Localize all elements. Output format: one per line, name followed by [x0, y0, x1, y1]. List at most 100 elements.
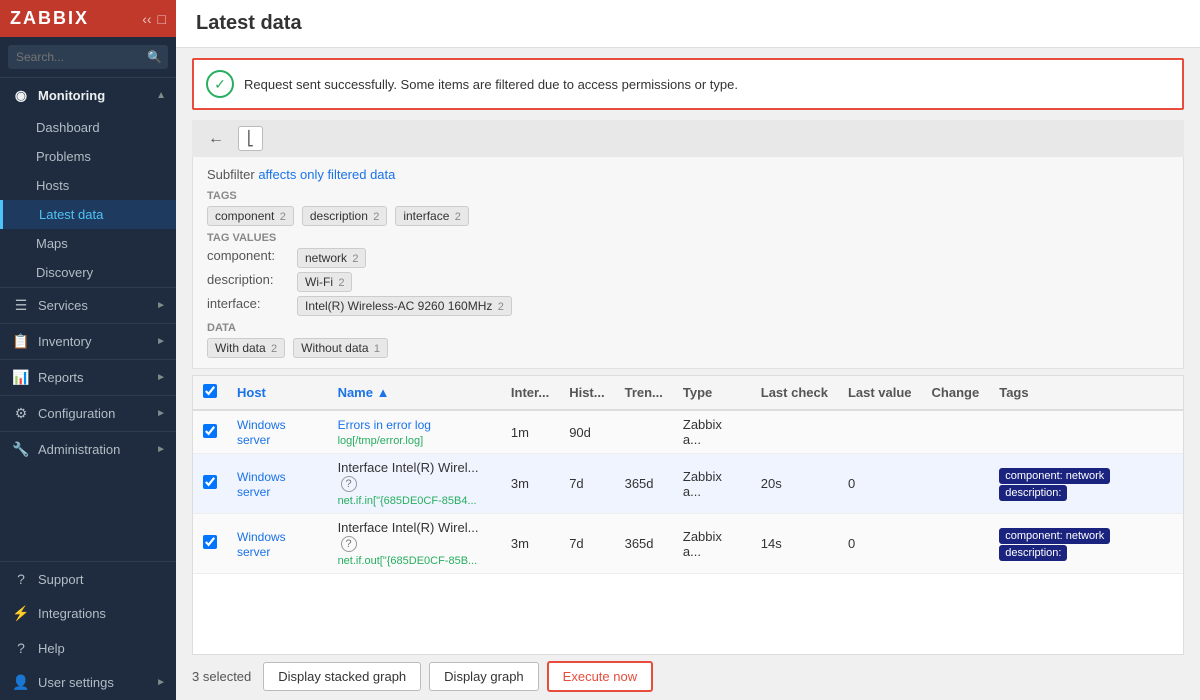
with-data-badge[interactable]: With data 2 [207, 338, 285, 358]
sidebar-item-support[interactable]: ? Support [0, 562, 176, 596]
row2-change [922, 454, 990, 514]
row1-checkbox[interactable] [203, 424, 217, 438]
search-input[interactable] [8, 45, 168, 69]
row2-help-icon[interactable]: ? [341, 476, 357, 492]
help-icon: ? [12, 640, 30, 656]
sidebar-item-user-settings[interactable]: 👤 User settings ► [0, 665, 176, 700]
col-history: Hist... [559, 376, 614, 410]
sidebar-item-inventory[interactable]: 📋 Inventory ► [0, 324, 176, 359]
row3-name-sub-link[interactable]: net.if.out["{685DE0CF-85B... [338, 555, 478, 567]
page-title: Latest data [196, 12, 302, 34]
expand-icon[interactable]: □ [158, 11, 166, 27]
administration-icon: 🔧 [12, 441, 30, 458]
monitoring-icon: ◉ [12, 87, 30, 104]
row2-trend: 365d [615, 454, 673, 514]
row1-name-sub-link[interactable]: log[/tmp/error.log] [338, 435, 424, 447]
row2-check[interactable] [193, 454, 227, 514]
monitoring-arrow: ▲ [156, 90, 166, 101]
row3-host-link[interactable]: Windows server [237, 530, 286, 559]
sidebar-item-integrations[interactable]: ⚡ Integrations [0, 596, 176, 631]
sidebar-item-help[interactable]: ? Help [0, 631, 176, 665]
row1-check[interactable] [193, 410, 227, 454]
row1-host-link[interactable]: Windows server [237, 418, 286, 447]
execute-now-button[interactable]: Execute now [547, 661, 653, 692]
sidebar-search-area: 🔍 [0, 37, 176, 77]
tag-network[interactable]: network 2 [297, 248, 366, 268]
sidebar-header: ZABBIX ‹‹ □ [0, 0, 176, 37]
row2-checkbox[interactable] [203, 475, 217, 489]
inventory-section: 📋 Inventory ► [0, 323, 176, 359]
row3-check[interactable] [193, 514, 227, 574]
col-host[interactable]: Host [227, 376, 328, 410]
col-name[interactable]: Name ▲ [328, 376, 501, 410]
tag-intel-wireless[interactable]: Intel(R) Wireless-AC 9260 160MHz 2 [297, 296, 512, 316]
row3-last-check: 14s [751, 514, 838, 574]
sidebar-item-administration[interactable]: 🔧 Administration ► [0, 432, 176, 467]
host-sort-link[interactable]: Host [237, 385, 266, 400]
tags-section-label: TAGS [207, 190, 1169, 202]
filter-button[interactable]: ⎣ [238, 126, 263, 151]
row2-tags: component: network description: [989, 454, 1183, 514]
collapse-icon[interactable]: ‹‹ [142, 11, 151, 27]
main-content: Latest data ✓ Request sent successfully.… [176, 0, 1200, 700]
subfilter-area: Subfilter affects only filtered data TAG… [192, 157, 1184, 369]
row2-name-sub-link[interactable]: net.if.in["{685DE0CF-85B4... [338, 495, 477, 507]
select-all-checkbox[interactable] [203, 384, 217, 398]
row1-name-link[interactable]: Errors in error log [338, 418, 431, 432]
sidebar-item-reports[interactable]: 📊 Reports ► [0, 360, 176, 395]
sidebar-item-dashboard[interactable]: Dashboard [0, 113, 176, 142]
back-button[interactable]: ← [202, 128, 230, 150]
subfilter-text: Subfilter [207, 167, 258, 182]
subfilter-label: Subfilter affects only filtered data [207, 167, 1169, 182]
inventory-icon: 📋 [12, 333, 30, 350]
display-stacked-graph-button[interactable]: Display stacked graph [263, 662, 421, 691]
col-last-check: Last check [751, 376, 838, 410]
row2-interval: 3m [501, 454, 559, 514]
tag-wifi[interactable]: Wi-Fi 2 [297, 272, 352, 292]
sidebar-item-services[interactable]: ☰ Services ► [0, 288, 176, 323]
search-icon: 🔍 [147, 50, 162, 64]
reports-section: 📊 Reports ► [0, 359, 176, 395]
sidebar-item-monitoring[interactable]: ◉ Monitoring ▲ [0, 78, 176, 113]
configuration-arrow: ► [156, 408, 166, 419]
sidebar-item-problems[interactable]: Problems [0, 142, 176, 171]
data-table: Host Name ▲ Inter... Hist... Tren... Typ… [193, 376, 1183, 574]
administration-arrow: ► [156, 444, 166, 455]
support-icon: ? [12, 571, 30, 587]
row2-name-text: Interface Intel(R) Wirel... [338, 460, 479, 475]
row3-tag-1: component: network [999, 528, 1110, 544]
col-last-value: Last value [838, 376, 922, 410]
tag-description-key: description: [207, 272, 297, 287]
row3-interval: 3m [501, 514, 559, 574]
tag-component[interactable]: component 2 [207, 206, 294, 226]
row2-host-link[interactable]: Windows server [237, 470, 286, 499]
name-sort-link[interactable]: Name ▲ [338, 385, 390, 400]
configuration-icon: ⚙ [12, 405, 30, 422]
selected-count: 3 selected [192, 669, 251, 684]
row3-checkbox[interactable] [203, 535, 217, 549]
subfilter-link[interactable]: affects only filtered data [258, 167, 395, 182]
without-data-badge[interactable]: Without data 1 [293, 338, 388, 358]
row1-change [922, 410, 990, 454]
select-all-cell[interactable] [193, 376, 227, 410]
sidebar-item-discovery[interactable]: Discovery [0, 258, 176, 287]
row3-help-icon[interactable]: ? [341, 536, 357, 552]
alert-banner: ✓ Request sent successfully. Some items … [192, 58, 1184, 110]
filter-toolbar: ← ⎣ [192, 120, 1184, 157]
tag-value-component: component: network 2 [207, 248, 1169, 268]
sidebar-item-maps[interactable]: Maps [0, 229, 176, 258]
table-row: Windows server Interface Intel(R) Wirel.… [193, 514, 1183, 574]
row3-tags: component: network description: [989, 514, 1183, 574]
tag-description[interactable]: description 2 [302, 206, 388, 226]
sidebar-item-hosts[interactable]: Hosts [0, 171, 176, 200]
sidebar-item-latest-data[interactable]: Latest data [0, 200, 176, 229]
row3-last-value: 0 [838, 514, 922, 574]
display-graph-button[interactable]: Display graph [429, 662, 539, 691]
services-icon: ☰ [12, 297, 30, 314]
sidebar-header-icons: ‹‹ □ [142, 11, 166, 27]
tag-value-interface: interface: Intel(R) Wireless-AC 9260 160… [207, 296, 1169, 316]
sidebar-item-configuration[interactable]: ⚙ Configuration ► [0, 396, 176, 431]
tag-interface[interactable]: interface 2 [395, 206, 468, 226]
tag-interface-values: Intel(R) Wireless-AC 9260 160MHz 2 [297, 296, 512, 316]
row2-tag-2: description: [999, 485, 1067, 501]
